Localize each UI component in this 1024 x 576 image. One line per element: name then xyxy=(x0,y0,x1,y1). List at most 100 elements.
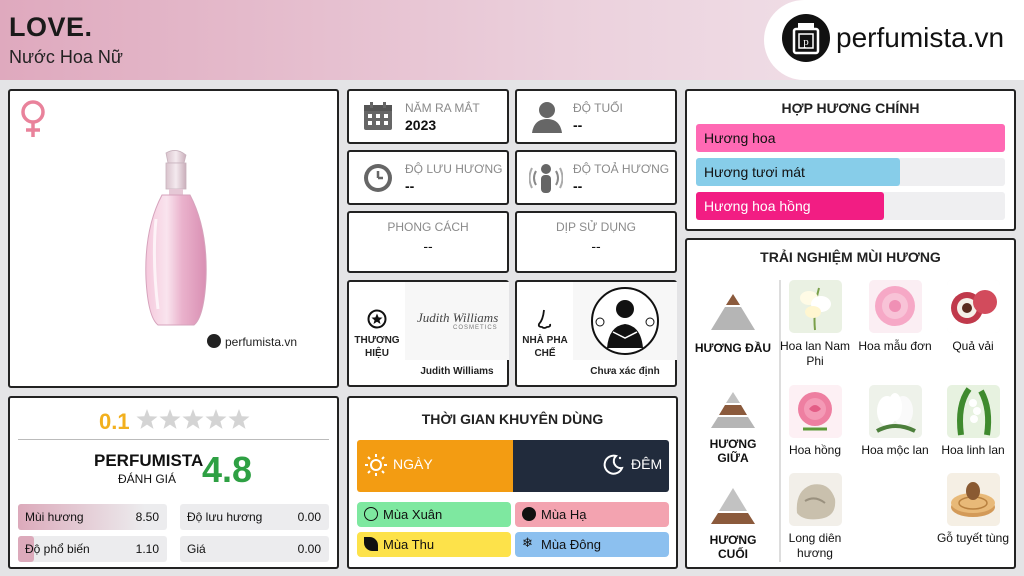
image-watermark: perfumista.vn xyxy=(225,335,298,349)
usage-panel: THỜI GIAN KHUYÊN DÙNG NGÀY ĐÊM Mùa Xuân … xyxy=(347,396,678,569)
divider xyxy=(18,439,329,440)
brand-label: THƯƠNG HIỆU xyxy=(354,335,400,359)
note-name: Long diên hương xyxy=(788,531,842,560)
brand-site-name[interactable]: perfumista.vn xyxy=(836,22,1004,54)
note-name: Hoa mộc lan xyxy=(861,443,929,457)
accord-bar: Hương tươi mát xyxy=(696,158,1005,186)
peony-image[interactable] xyxy=(869,280,922,333)
sun-icon xyxy=(365,454,387,481)
perfumer-avatar xyxy=(573,282,677,360)
ratings-panel: 0.1 PERFUMISTA ĐÁNH GIÁ 4.8 Mùi hương 8.5… xyxy=(8,396,339,569)
stat-row: Giá 0.00 xyxy=(180,536,329,562)
sun-filled-icon xyxy=(522,507,536,521)
top-notes-label: HƯƠNG ĐẦU xyxy=(694,341,772,355)
lychee-image[interactable] xyxy=(947,280,1000,333)
brand-logo-image: Judith Williams COSMETICS xyxy=(405,282,509,360)
style-card: PHONG CÁCH -- xyxy=(347,211,509,273)
longevity-value: -- xyxy=(405,178,415,194)
female-symbol-icon xyxy=(18,99,48,144)
moon-icon xyxy=(601,453,625,482)
accord-bar: Hương hoa xyxy=(696,124,1005,152)
flower-icon xyxy=(364,507,378,521)
perfumer-card[interactable]: NHÀ PHA CHẾ Chưa xác định xyxy=(515,280,677,387)
stat-row: Độ lưu hương 0.00 xyxy=(180,504,329,530)
star-badge-icon xyxy=(367,309,387,334)
star-icon[interactable] xyxy=(182,409,204,429)
note-name: Hoa hồng xyxy=(788,443,842,457)
release-year-card: NĂM RA MẮT 2023 xyxy=(347,89,509,144)
note-name: Hoa lan Nam Phi xyxy=(779,339,851,368)
star-icon[interactable] xyxy=(205,409,227,429)
clock-icon xyxy=(363,163,393,198)
longevity-label: ĐỘ LƯU HƯƠNG xyxy=(405,162,503,176)
brand-card[interactable]: THƯƠNG HIỆU Judith Williams COSMETICS Jud… xyxy=(347,280,509,387)
perfumer-name[interactable]: Chưa xác định xyxy=(573,366,677,377)
rose-image[interactable] xyxy=(789,385,842,438)
sillage-card: ĐỘ TOẢ HƯƠNG -- xyxy=(515,150,677,205)
perfume-subtitle: Nước Hoa Nữ xyxy=(9,47,123,67)
perfume-title: LOVE. xyxy=(9,12,93,42)
perfumer-label: NHÀ PHA CHẾ xyxy=(522,335,568,359)
nose-icon xyxy=(535,308,555,337)
sillage-value: -- xyxy=(573,178,583,194)
style-value: -- xyxy=(423,238,433,254)
ambergris-image[interactable] xyxy=(789,473,842,526)
person-icon xyxy=(531,100,563,139)
star-icon[interactable] xyxy=(136,409,158,429)
perfumista-score: 4.8 xyxy=(202,449,253,490)
usage-title: THỜI GIAN KHUYÊN DÙNG xyxy=(421,411,604,427)
product-image-panel: perfumista.vn xyxy=(8,89,339,388)
accords-title: HỢP HƯƠNG CHÍNH xyxy=(781,100,920,116)
season-winter: ❄ Mùa Đông xyxy=(515,532,669,557)
base-notes-label: HƯƠNG CUỐI xyxy=(709,533,757,561)
star-icon[interactable] xyxy=(159,409,181,429)
cedarwood-image[interactable] xyxy=(947,473,1000,526)
release-year-label: NĂM RA MẮT xyxy=(405,101,480,115)
sillage-label: ĐỘ TOẢ HƯƠNG xyxy=(573,162,670,176)
main-accords-panel: HỢP HƯƠNG CHÍNH Hương hoa Hương tươi mát… xyxy=(685,89,1016,231)
sillage-person-icon xyxy=(528,161,564,200)
occasion-card: DỊP SỬ DỤNG -- xyxy=(515,211,677,273)
perfume-bottle-image xyxy=(142,149,210,334)
season-summer: Mùa Hạ xyxy=(515,502,669,527)
pyramid-top-icon xyxy=(709,292,757,337)
magnolia-image[interactable] xyxy=(869,385,922,438)
night-label: ĐÊM xyxy=(631,456,663,472)
stat-row: Độ phổ biến 1.10 xyxy=(18,536,167,562)
perfumista-label: PERFUMISTA xyxy=(94,451,204,470)
stat-row: Mùi hương 8.50 xyxy=(18,504,167,530)
perfumista-sub-label: ĐÁNH GIÁ xyxy=(118,472,177,486)
freesia-image[interactable] xyxy=(789,280,842,333)
perfume-bottle-logo-icon: p xyxy=(782,14,830,62)
age-label: ĐỘ TUỔI xyxy=(573,101,623,115)
user-score: 0.1 xyxy=(99,409,130,434)
pyramid-base-icon xyxy=(709,486,757,531)
pyramid-middle-icon xyxy=(709,390,757,435)
svg-text:p: p xyxy=(803,36,809,48)
divider xyxy=(779,280,781,562)
occasion-value: -- xyxy=(591,238,601,254)
note-name: Hoa linh lan xyxy=(941,443,1005,457)
notes-panel: TRẢI NGHIỆM MÙI HƯƠNG HƯƠNG ĐẦU HƯƠNG GI… xyxy=(685,238,1016,569)
note-name: Hoa mẫu đơn xyxy=(858,339,932,353)
brand-name[interactable]: Judith Williams xyxy=(405,366,509,377)
occasion-label: DỊP SỬ DỤNG xyxy=(555,220,637,234)
lily-of-the-valley-image[interactable] xyxy=(947,385,1000,438)
longevity-card: ĐỘ LƯU HƯƠNG -- xyxy=(347,150,509,205)
night-block: ĐÊM xyxy=(513,440,669,492)
star-rating[interactable] xyxy=(136,408,252,437)
snowflake-icon: ❄ xyxy=(522,535,533,550)
note-name: Quả vải xyxy=(952,339,994,353)
watermark-logo-icon xyxy=(207,334,221,348)
accord-bar: Hương hoa hồng xyxy=(696,192,1005,220)
day-block: NGÀY xyxy=(357,440,513,492)
middle-notes-label: HƯƠNG GIỮA xyxy=(709,437,757,465)
star-icon[interactable] xyxy=(228,409,250,429)
calendar-icon xyxy=(363,101,393,136)
style-label: PHONG CÁCH xyxy=(387,220,469,234)
note-name: Gỗ tuyết tùng xyxy=(936,531,1010,545)
season-autumn: Mùa Thu xyxy=(357,532,511,557)
release-year-value: 2023 xyxy=(405,117,437,133)
leaf-icon xyxy=(364,537,378,551)
day-label: NGÀY xyxy=(393,456,433,472)
